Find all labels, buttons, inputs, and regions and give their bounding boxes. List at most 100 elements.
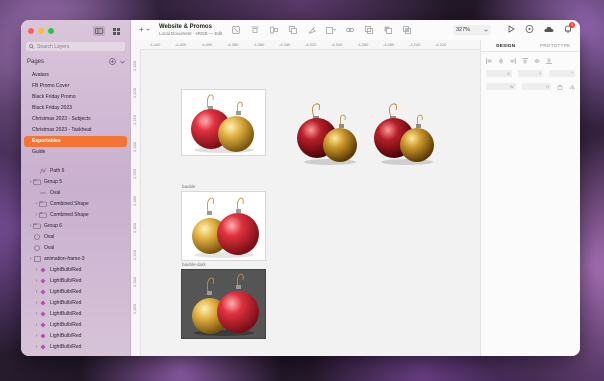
align-tool-icon[interactable] [250,25,260,34]
chevron-down-icon[interactable] [120,60,125,64]
close-window-button[interactable] [28,28,34,34]
layer-row[interactable]: › LightBulb/Red [24,297,127,308]
artboard-bauble-dark[interactable] [181,269,266,339]
ruler-tick-label: -4,400 [201,42,213,47]
layer-row[interactable]: Oval [24,242,127,253]
page-item[interactable]: Exportables [24,136,127,147]
style-tool-icon[interactable] [307,25,317,34]
zoom-control[interactable]: 327% [453,25,491,35]
ruler-tick-label: 2,200 [132,87,137,98]
layer-row[interactable]: › animation-frame-3 [24,253,127,264]
pages-header: Pages [27,57,125,66]
layer-row[interactable]: › LightBulb/Red [24,308,127,319]
inspector-tabs: DESIGN PROTOTYPE [481,40,580,52]
cloud-icon[interactable] [544,26,554,33]
page-item[interactable]: Guide [24,147,127,158]
layer-row[interactable]: › Group 6 [24,220,127,231]
align-right-icon[interactable] [510,58,516,64]
add-page-icon[interactable] [109,58,116,65]
page-item[interactable]: Black Friday Promo [24,92,127,103]
layer-label: Oval [44,233,55,240]
frame-tool-icon[interactable] [326,25,336,34]
layer-label: LightBulb/Red [50,266,82,273]
position-row: X Y ° [481,70,580,77]
align-center-icon[interactable] [498,58,504,64]
layer-row[interactable]: › Combined Shape [24,209,127,220]
link-tool-icon[interactable] [345,25,355,34]
distribute-tool-icon[interactable] [269,25,279,34]
artboard-bauble-top[interactable] [181,89,266,156]
horizontal-ruler[interactable]: -4,440 -4,420 -4,400 -4,380 -4,360 -4,340 -4,3… [131,40,481,50]
layer-row[interactable]: › LightBulb/Red [24,319,127,330]
layer-row[interactable]: › Combined Shape [24,198,127,209]
height-field[interactable]: H [521,83,551,90]
tab-design[interactable]: DESIGN [481,40,531,51]
bauble-pair-floating-2[interactable] [373,100,443,172]
layer-label: LightBulb/Red [50,288,82,295]
layer-label: LightBulb/Red [50,321,82,328]
vertical-ruler[interactable]: 2,180 2,200 2,220 2,240 2,260 2,280 2,300 2,320… [131,49,141,356]
intersect-tool-icon[interactable] [402,25,412,34]
toolbar-right: 3 [508,22,575,33]
zoom-window-button[interactable] [48,28,54,34]
page-item[interactable]: Christmas 2023 - Subjects [24,114,127,125]
layer-row[interactable]: Path 6 [24,165,127,176]
page-item[interactable]: FB Promo Cover [24,81,127,92]
arrange-tool-icon[interactable] [288,25,298,34]
tab-prototype[interactable]: PROTOTYPE [531,40,581,51]
rotation-field[interactable]: ° [549,70,576,77]
bauble-pair-floating-1[interactable] [296,100,366,172]
ruler-tick-label: 2,320 [132,249,137,260]
layer-label: Oval [44,244,55,251]
y-position-field[interactable]: Y [517,70,544,77]
layer-row[interactable]: › LightBulb/Red [24,341,127,352]
document-subtitle: Local Document · sRGB — Edit [159,31,223,36]
insert-button[interactable]: + [139,25,150,34]
artboard-bauble[interactable] [181,191,266,261]
minimize-window-button[interactable] [38,28,44,34]
grid-view-icon[interactable] [110,26,122,36]
symbol-tool-icon[interactable] [231,25,241,34]
layer-row[interactable]: › LightBulb/Red [24,330,127,341]
page-item[interactable]: Christmas 2023 - Taskheat [24,125,127,136]
x-position-field[interactable]: X [486,70,512,77]
artboard-label-bauble[interactable]: bauble [182,184,196,189]
pages-header-label: Pages [27,58,45,65]
alignment-row [481,58,580,64]
page-item[interactable]: Avatars [24,70,127,81]
layer-row[interactable]: › LightBulb/Red [24,264,127,275]
layer-row[interactable]: › Group 5 [24,176,127,187]
layer-row[interactable]: Oval [24,187,127,198]
ruler-tick-label: 2,340 [132,276,137,287]
notifications-button[interactable]: 3 [564,22,575,33]
align-middle-icon[interactable] [534,58,540,64]
sidebar: Pages AvatarsFB Promo CoverBlack Friday … [21,20,131,356]
folder-icon [33,179,41,185]
toolbar: + Website & Promos Local Document · sRGB… [131,20,580,41]
page-item[interactable]: Black Friday 2023 [24,103,127,114]
flip-icon[interactable] [569,84,575,90]
layer-row[interactable]: › LightBulb/Red [24,275,127,286]
width-field[interactable]: W [486,83,516,90]
search-field[interactable] [26,42,125,51]
ruler-tick-label: -4,260 [383,42,395,47]
union-tool-icon[interactable] [364,25,374,34]
subtract-tool-icon[interactable] [383,25,393,34]
play-icon[interactable] [508,25,515,33]
ruler-tick-label: 2,260 [132,168,137,179]
layer-row[interactable]: › LightBulb/Red [24,286,127,297]
align-left-icon[interactable] [486,58,492,64]
ruler-tick-label: 2,280 [132,195,137,206]
sidebar-toggle-icon[interactable] [93,26,105,36]
ruler-tick-label: 2,220 [132,114,137,125]
canvas[interactable]: bauble bauble-dark [141,50,481,356]
comment-icon[interactable] [525,25,534,33]
search-input[interactable] [37,43,117,50]
align-top-icon[interactable] [522,58,528,64]
document-title-block[interactable]: Website & Promos Local Document · sRGB —… [159,24,222,36]
align-bottom-icon[interactable] [546,58,552,64]
layer-row[interactable]: Oval [24,231,127,242]
artboard-label-bauble-dark[interactable]: bauble-dark [182,262,206,267]
lock-ratio-icon[interactable] [557,84,563,90]
ruler-tick-label: -4,440 [149,42,161,47]
